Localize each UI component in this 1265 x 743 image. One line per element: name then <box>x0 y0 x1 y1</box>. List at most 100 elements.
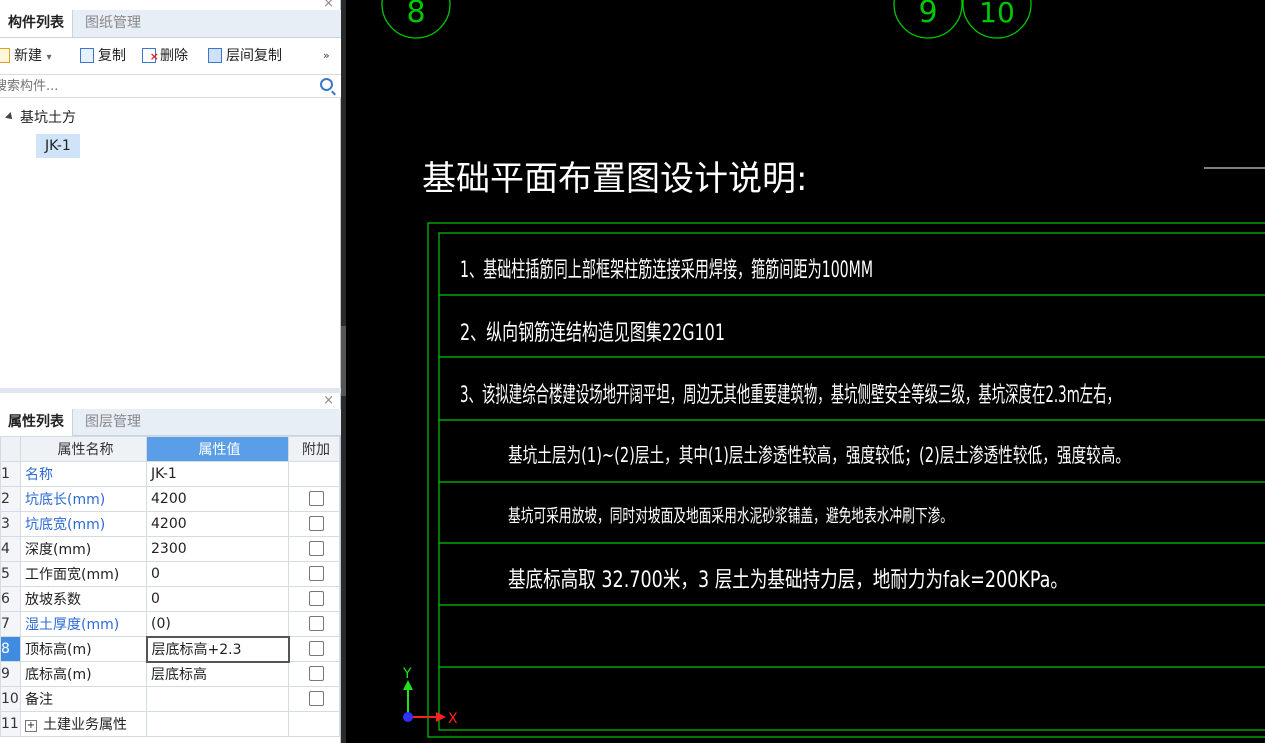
note-line-6: 基底标高取 32.700米，3 层土为基础持力层，地耐力为fak=200KPa。 <box>508 568 1068 593</box>
floor-copy-icon <box>208 48 222 63</box>
table-row[interactable]: 2 坑底长(mm) 4200 <box>0 486 340 512</box>
floor-copy-button[interactable]: 层间复制 <box>208 46 282 66</box>
expand-plus-icon[interactable]: + <box>25 720 37 732</box>
property-tabbar: 属性列表 图层管理 <box>0 409 341 436</box>
extra-cell <box>288 511 340 537</box>
table-row[interactable]: 5 工作面宽(mm) 0 <box>0 561 340 587</box>
attach-checkbox[interactable] <box>308 540 324 556</box>
table-row[interactable]: 7 湿土厚度(mm) (0) <box>0 611 340 637</box>
row-number: 2 <box>0 486 21 512</box>
property-group: + 土建业务属性 <box>20 711 147 737</box>
table-row[interactable]: 9 底标高(m) 层底标高 <box>0 661 340 687</box>
extra-cell <box>288 611 340 637</box>
component-toolbar: 新建 ▾ 复制 删除 层间复制 » <box>0 38 341 74</box>
tree-node-jk1[interactable]: JK-1 <box>36 134 80 158</box>
row-number: 8 <box>0 636 21 662</box>
row-number: 7 <box>0 611 21 637</box>
header-index <box>0 436 21 462</box>
attach-checkbox[interactable] <box>308 565 324 581</box>
search-input[interactable] <box>0 75 310 97</box>
property-value[interactable]: 0 <box>146 561 289 587</box>
table-row-selected[interactable]: 8 顶标高(m) 层底标高+2.3 <box>0 635 340 663</box>
property-group-label: 土建业务属性 <box>43 717 127 733</box>
delete-button[interactable]: 删除 <box>142 46 188 67</box>
header-extra: 附加 <box>288 436 340 462</box>
property-table: 属性名称 属性值 附加 1 名称 JK-1 2 坑底长(mm) 4200 3 坑… <box>0 436 340 737</box>
header-property-name: 属性名称 <box>20 436 147 462</box>
table-row[interactable]: 1 名称 JK-1 <box>0 461 340 487</box>
chevron-down-icon[interactable]: ▾ <box>46 52 51 63</box>
tab-layer-management[interactable]: 图层管理 <box>77 409 149 436</box>
property-name: 坑底宽(mm) <box>20 511 147 537</box>
property-name: 工作面宽(mm) <box>20 561 147 587</box>
attach-checkbox[interactable] <box>308 665 324 681</box>
delete-label: 删除 <box>160 48 188 64</box>
note-line-2: 2、纵向钢筋连结构造见图集22G101 <box>460 321 725 346</box>
property-value[interactable] <box>146 686 289 712</box>
search-icon[interactable] <box>320 78 333 91</box>
property-value[interactable]: JK-1 <box>146 461 289 487</box>
toolbar-overflow-button[interactable]: » <box>323 46 330 66</box>
attach-checkbox[interactable] <box>308 690 324 706</box>
search-box <box>0 74 341 98</box>
new-button[interactable]: 新建 ▾ <box>0 46 51 66</box>
property-value[interactable]: 2300 <box>146 536 289 562</box>
cad-canvas[interactable]: 8 9 10 基础平面布置图设计说明: 1、基础柱插筋同上部框架柱筋连接采用焊接… <box>346 0 1265 743</box>
extra-cell <box>288 661 340 687</box>
tab-drawing-management[interactable]: 图纸管理 <box>77 10 149 37</box>
row-number: 11 <box>0 711 21 737</box>
row-number: 10 <box>0 686 21 712</box>
close-icon[interactable]: × <box>323 393 334 408</box>
header-property-value: 属性值 <box>146 436 289 462</box>
property-value[interactable]: 层底标高 <box>146 661 289 687</box>
table-row[interactable]: 3 坑底宽(mm) 4200 <box>0 511 340 537</box>
tab-component-list[interactable]: 构件列表 <box>0 10 73 37</box>
row-number: 4 <box>0 536 21 562</box>
extra-cell <box>288 461 340 487</box>
attach-checkbox[interactable] <box>308 640 324 656</box>
tab-property-list[interactable]: 属性列表 <box>0 409 73 436</box>
property-value[interactable]: 4200 <box>146 486 289 512</box>
note-line-4: 基坑土层为(1)~(2)层土，其中(1)层土渗透性较高，强度较低；(2)层土渗透… <box>508 443 1130 467</box>
property-value[interactable]: (0) <box>146 611 289 637</box>
property-name: 底标高(m) <box>20 661 147 687</box>
attach-checkbox[interactable] <box>308 590 324 606</box>
property-name: 深度(mm) <box>20 536 147 562</box>
tree-node-root[interactable]: 基坑土方 <box>5 107 76 127</box>
property-value-editor[interactable]: 层底标高+2.3 <box>145 635 290 663</box>
table-row[interactable]: 6 放坡系数 0 <box>0 586 340 612</box>
attach-checkbox[interactable] <box>308 490 324 506</box>
row-number: 5 <box>0 561 21 587</box>
delete-icon <box>142 47 159 67</box>
note-line-5: 基坑可采用放坡，同时对坡面及地面采用水泥砂浆铺盖，避免地表水冲刷下渗。 <box>508 506 953 527</box>
axis-label-9: 9 <box>918 0 937 30</box>
row-number: 1 <box>0 461 21 487</box>
ucs-x-label: X <box>448 711 458 727</box>
property-name: 备注 <box>20 686 147 712</box>
ucs-x-arrow <box>436 712 446 722</box>
copy-button[interactable]: 复制 <box>80 46 126 66</box>
table-row[interactable]: 4 深度(mm) 2300 <box>0 536 340 562</box>
row-number: 6 <box>0 586 21 612</box>
property-name: 坑底长(mm) <box>20 486 147 512</box>
tree-root-label: 基坑土方 <box>20 110 76 126</box>
axis-label-8: 8 <box>406 0 425 30</box>
table-row[interactable]: 10 备注 <box>0 686 340 712</box>
property-name: 放坡系数 <box>20 586 147 612</box>
property-name: 名称 <box>20 461 147 487</box>
property-value <box>146 711 289 737</box>
floor-copy-label: 层间复制 <box>226 48 282 64</box>
copy-icon <box>80 48 94 63</box>
property-list-panel: × 属性列表 图层管理 属性名称 属性值 附加 1 名称 JK-1 2 坑底长(… <box>0 393 341 743</box>
row-number: 3 <box>0 511 21 537</box>
extra-cell <box>288 636 340 662</box>
extra-cell <box>288 536 340 562</box>
table-row-group[interactable]: 11 + 土建业务属性 <box>0 711 340 737</box>
attach-checkbox[interactable] <box>308 615 324 631</box>
attach-checkbox[interactable] <box>308 515 324 531</box>
expand-icon[interactable] <box>5 112 15 122</box>
property-value[interactable]: 0 <box>146 586 289 612</box>
left-panel: × 构件列表 图纸管理 新建 ▾ 复制 删除 层间复制 » 基 <box>0 0 341 743</box>
new-icon <box>0 48 10 63</box>
property-value[interactable]: 4200 <box>146 511 289 537</box>
